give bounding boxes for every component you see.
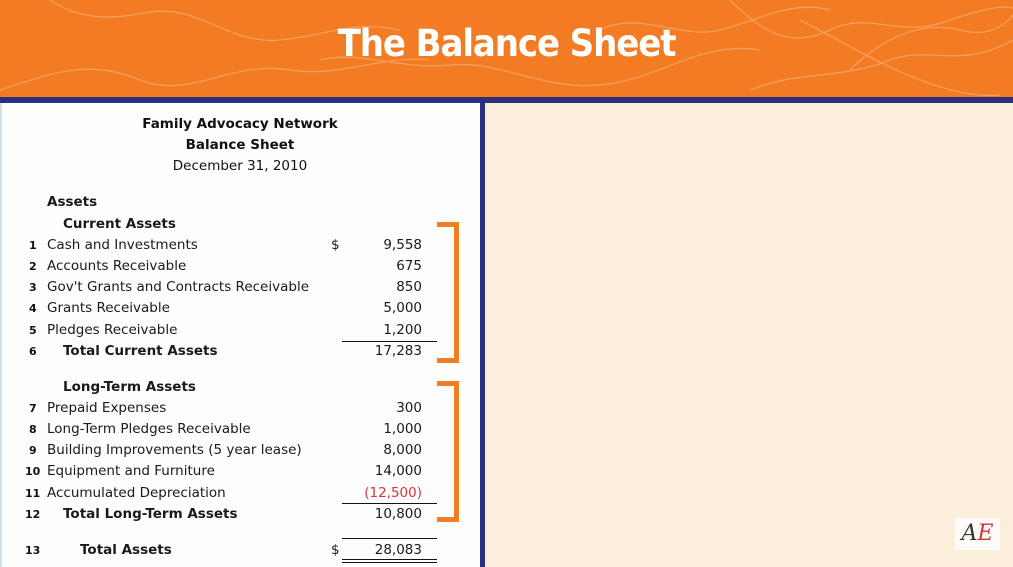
line-label: Cash and Investments — [47, 237, 198, 253]
line-number: 2 — [29, 260, 37, 273]
logo-letter-a: A — [961, 521, 978, 546]
line-label: Building Improvements (5 year lease) — [47, 442, 302, 458]
line-value: 10,800 — [374, 506, 422, 522]
line-value: 300 — [396, 400, 422, 416]
subsection-heading-current: Current Assets — [63, 216, 176, 232]
line-label: Prepaid Expenses — [47, 400, 167, 416]
line-label: Total Current Assets — [63, 343, 218, 359]
line-value: 675 — [396, 258, 422, 274]
line-number: 3 — [29, 281, 37, 294]
report-name: Balance Sheet — [185, 137, 295, 153]
notes-panel — [485, 103, 1013, 567]
line-number: 5 — [29, 324, 37, 337]
line-label: Grants Receivable — [47, 300, 170, 316]
publisher-logo: AE — [955, 518, 1000, 550]
panel-divider — [480, 100, 485, 567]
double-underline-2 — [342, 562, 437, 563]
line-value: 850 — [396, 279, 422, 295]
subsection-heading-long-term: Long-Term Assets — [63, 379, 196, 395]
line-value-negative: (12,500) — [364, 485, 422, 501]
line-value: 5,000 — [383, 300, 422, 316]
line-value: 9,558 — [383, 237, 422, 253]
line-number: 13 — [25, 544, 41, 557]
line-label: Long-Term Pledges Receivable — [47, 421, 251, 437]
title-banner: The Balance Sheet — [0, 0, 1013, 97]
page-title: The Balance Sheet — [337, 22, 677, 65]
double-underline-1 — [342, 559, 437, 560]
line-number: 9 — [29, 444, 37, 457]
line-label: Total Long-Term Assets — [63, 506, 238, 522]
section-heading-assets: Assets — [47, 194, 98, 210]
subtotal-underline — [342, 503, 437, 504]
line-value: 1,000 — [383, 421, 422, 437]
line-value: 1,200 — [383, 322, 422, 338]
line-label: Gov't Grants and Contracts Receivable — [47, 279, 309, 295]
line-value: 14,000 — [374, 463, 422, 479]
current-assets-bracket — [437, 222, 459, 363]
total-overline — [342, 538, 437, 539]
long-term-assets-bracket — [437, 381, 459, 522]
line-label: Equipment and Furniture — [47, 463, 215, 479]
line-label: Total Assets — [80, 542, 172, 558]
logo-letter-e: E — [977, 521, 994, 546]
line-label: Accumulated Depreciation — [47, 485, 226, 501]
line-label: Accounts Receivable — [47, 258, 187, 274]
line-number: 7 — [29, 402, 37, 415]
line-label: Pledges Receivable — [47, 322, 178, 338]
line-value: 17,283 — [374, 343, 422, 359]
subtotal-underline — [342, 341, 437, 342]
line-value: 8,000 — [383, 442, 422, 458]
report-date: December 31, 2010 — [172, 158, 308, 174]
line-number: 8 — [29, 423, 37, 436]
line-number: 11 — [25, 487, 41, 500]
line-number: 10 — [25, 465, 41, 478]
line-number: 1 — [29, 239, 37, 252]
line-number: 12 — [25, 508, 41, 521]
line-number: 4 — [29, 302, 37, 315]
organization-name: Family Advocacy Network — [142, 116, 338, 132]
line-value: 28,083 — [374, 542, 422, 558]
line-number: 6 — [29, 345, 37, 358]
